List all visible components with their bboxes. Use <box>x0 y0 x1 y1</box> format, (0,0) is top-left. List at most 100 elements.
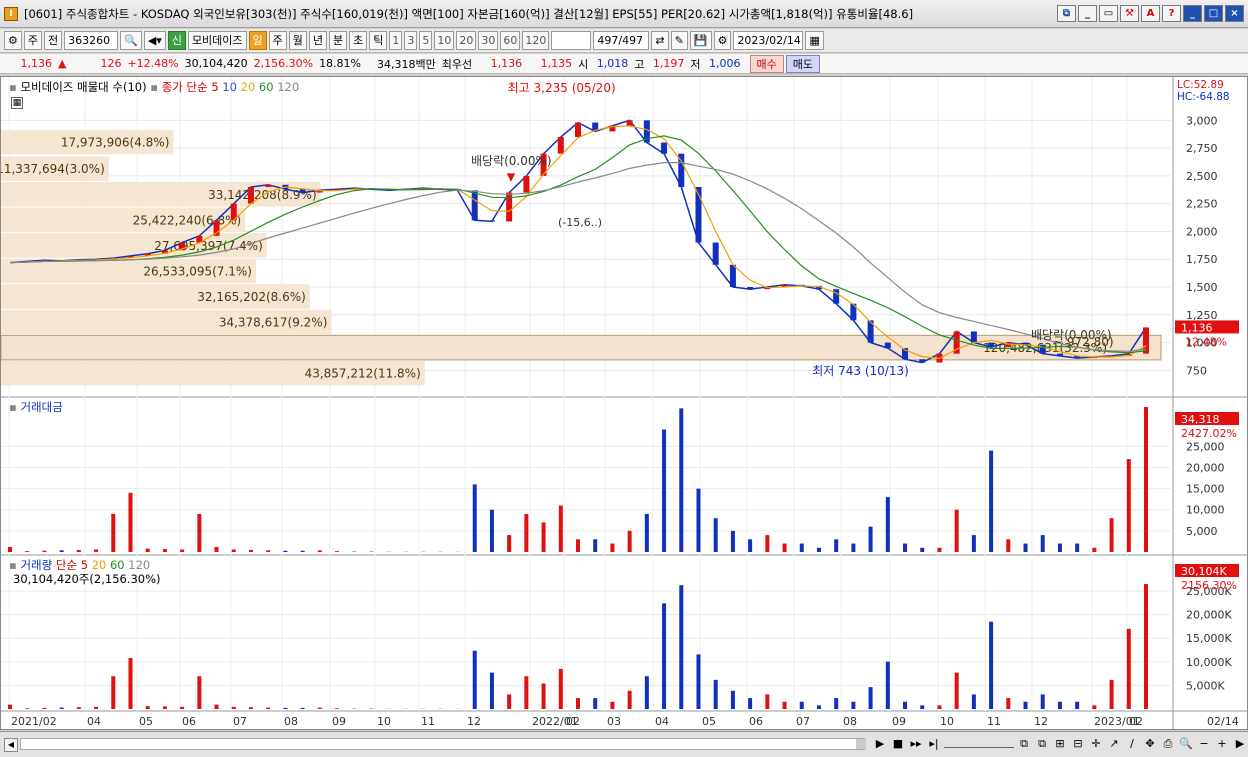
chart-area[interactable]: 3,000 2,750 2,500 2,250 2,000 1,750 1,500 1,250… <box>0 76 1248 730</box>
interval-1[interactable]: 1 <box>389 31 403 50</box>
amount-bar <box>765 535 770 552</box>
minimize-small-icon[interactable]: _ <box>1078 5 1097 22</box>
layout-icon-2[interactable]: ⧉ <box>1034 736 1050 752</box>
scroll-left-icon[interactable]: ◀ <box>4 737 18 752</box>
sell-button[interactable]: 매도 <box>785 54 820 73</box>
y-tick-label: 2,750 <box>1186 142 1218 155</box>
layout-icon-1[interactable]: ⧉ <box>1016 736 1032 752</box>
calendar-icon[interactable]: ▦ <box>805 31 824 50</box>
zoom-in-button[interactable]: + <box>1214 736 1230 752</box>
interval-20[interactable]: 20 <box>456 31 477 50</box>
grid-toggle-icon[interactable]: ▦ <box>11 97 23 109</box>
next-icon[interactable]: ▶ <box>1232 736 1248 752</box>
save-icon[interactable]: 💾 <box>689 31 712 50</box>
interval-30[interactable]: 30 <box>478 31 499 50</box>
x-tick-label: 05 <box>702 715 716 728</box>
volume-profile-label: 34,378,617(9.2%) <box>219 316 328 330</box>
buy-button[interactable]: 매수 <box>749 54 784 73</box>
play-icon[interactable]: ▶ <box>872 736 888 752</box>
restore-small-icon[interactable]: ▭ <box>1099 5 1118 22</box>
period-week[interactable]: 주 <box>268 31 287 50</box>
candle <box>988 342 995 347</box>
config-icon[interactable]: ⚙ <box>4 31 22 50</box>
change-percent: +12.48% <box>127 57 179 70</box>
interval-60[interactable]: 60 <box>500 31 521 50</box>
line-icon[interactable]: ∕ <box>1124 736 1140 752</box>
fast-forward-icon[interactable]: ▸▸ <box>908 736 924 752</box>
interval-5[interactable]: 5 <box>419 31 433 50</box>
candle <box>523 175 530 193</box>
best-bid: 1,135 <box>540 57 573 70</box>
search-icon[interactable]: 🔍 <box>120 31 142 50</box>
period-tick[interactable]: 틱 <box>369 31 388 50</box>
tools-icon[interactable]: ⚒ <box>1120 5 1139 22</box>
x-tick-label: 11 <box>987 715 1001 728</box>
volume-bar <box>885 661 890 709</box>
minimize-button[interactable]: _ <box>1183 5 1202 22</box>
volume-bar <box>834 698 839 709</box>
chart-controls: ▶ ■ ▸▸ ▸| ⧉ ⧉ ⊞ ⊟ ✛ ↗ ∕ ✥ ⎙ 🔍 − + ▶ <box>872 736 1248 752</box>
help-icon[interactable]: ? <box>1162 5 1181 22</box>
period-month[interactable]: 월 <box>288 31 307 50</box>
volume-bar <box>558 668 563 709</box>
interval-custom-input[interactable] <box>551 31 592 50</box>
volume: 30,104,420 <box>184 57 248 70</box>
horizontal-scrollbar[interactable] <box>20 738 866 750</box>
x-tick-label: 05 <box>139 715 153 728</box>
volume-bar <box>851 701 856 709</box>
code-input[interactable]: 363260 <box>64 31 119 50</box>
market-select[interactable]: 주 <box>23 31 42 50</box>
print-icon[interactable]: ⎙ <box>1160 736 1176 752</box>
volume-tick-label: 10,000K <box>1186 656 1232 669</box>
amount-bar <box>799 543 804 552</box>
pan-icon[interactable]: ✥ <box>1142 736 1158 752</box>
interval-120[interactable]: 120 <box>522 31 550 50</box>
crosshair-icon[interactable]: ✛ <box>1088 736 1104 752</box>
layout-icon-4[interactable]: ⊟ <box>1070 736 1086 752</box>
amount-bar <box>128 492 133 552</box>
zoom-slider[interactable] <box>944 740 1014 748</box>
volume-profile-label: 25,422,240(6.8%) <box>133 213 242 227</box>
candle <box>575 122 581 137</box>
dividend-arrow: ▼ <box>507 170 516 183</box>
period-day[interactable]: 일 <box>248 31 267 50</box>
volume-bar <box>971 694 976 709</box>
stock-name: 모비데이즈 <box>187 31 247 50</box>
count-input[interactable]: 497/497 <box>593 31 650 50</box>
scroll-thumb[interactable] <box>856 739 866 749</box>
x-tick-label: 2021/02 <box>11 715 57 728</box>
type-select[interactable]: 전 <box>44 31 63 50</box>
volume-bar <box>679 585 684 709</box>
period-year[interactable]: 년 <box>308 31 328 50</box>
interval-10[interactable]: 10 <box>434 31 455 50</box>
speaker-icon[interactable]: ◀▾ <box>143 31 166 50</box>
link-icon[interactable]: ⧉ <box>1057 5 1076 22</box>
amount-bar <box>489 509 494 552</box>
interval-3[interactable]: 3 <box>404 31 418 50</box>
volume-bar <box>799 701 804 709</box>
stop-icon[interactable]: ■ <box>890 736 906 752</box>
trend-icon[interactable]: ↗ <box>1106 736 1122 752</box>
volume-bar <box>937 705 942 709</box>
settings-icon[interactable]: ⚙ <box>713 31 732 50</box>
skip-end-icon[interactable]: ▸| <box>926 736 942 752</box>
transfer-icon[interactable]: ⇄ <box>651 31 669 50</box>
close-button[interactable]: × <box>1225 5 1244 22</box>
y-tick-label: 2,250 <box>1186 198 1218 211</box>
volume-bar <box>111 676 116 709</box>
period-second[interactable]: 초 <box>349 31 368 50</box>
volume-bar <box>644 676 649 709</box>
zoom-out-button[interactable]: − <box>1196 736 1212 752</box>
amount-bar <box>954 509 959 552</box>
font-icon[interactable]: A <box>1141 5 1160 22</box>
layout-icon-3[interactable]: ⊞ <box>1052 736 1068 752</box>
chart-tool-icon[interactable]: ✎ <box>670 31 688 50</box>
candle <box>970 331 977 343</box>
volume-bar <box>576 698 580 709</box>
date-input[interactable]: 2023/02/14 <box>733 31 804 50</box>
zoom-icon[interactable]: 🔍 <box>1178 736 1194 752</box>
credit-badge[interactable]: 신 <box>167 31 186 50</box>
maximize-button[interactable]: □ <box>1204 5 1223 22</box>
chart-svg[interactable]: 3,000 2,750 2,500 2,250 2,000 1,750 1,500 1,250… <box>0 77 1247 729</box>
period-minute[interactable]: 분 <box>329 31 348 50</box>
